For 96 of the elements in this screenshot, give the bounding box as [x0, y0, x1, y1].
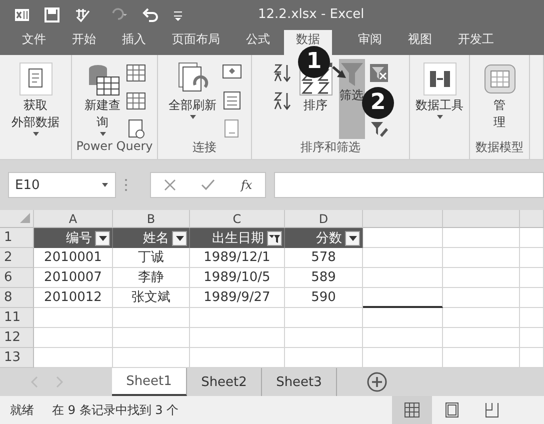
row-header: 2 — [0, 248, 34, 268]
dropdown-button[interactable] — [95, 230, 110, 246]
page-layout-icon — [444, 402, 460, 418]
ribbon-button[interactable]: 管 理 — [480, 59, 518, 139]
sort-ascending-icon[interactable] — [272, 63, 292, 83]
advanced-filter-icon[interactable] — [368, 119, 388, 139]
table-header: 姓名 — [143, 230, 169, 247]
row-header: 11 — [0, 308, 34, 328]
ribbon-tab[interactable]: 开发工 — [458, 30, 494, 55]
save-icon[interactable] — [44, 7, 60, 23]
clear-filter-icon[interactable] — [368, 63, 388, 83]
group-label: Power Query — [75, 139, 154, 155]
row-header: 13 — [0, 348, 34, 368]
table-cell: 2010007 — [34, 268, 113, 288]
document-clock-icon[interactable] — [126, 119, 146, 139]
table-cell: 589 — [285, 268, 363, 288]
ribbon-tab[interactable]: 视图 — [408, 30, 432, 55]
ribbon-button[interactable]: 数据工具 — [414, 59, 464, 139]
row-header: 12 — [0, 328, 34, 348]
document-link-icon[interactable] — [222, 119, 242, 139]
table-cell: 1989/10/5 — [190, 268, 285, 288]
group-label: 连接 — [192, 139, 218, 156]
caret-icon — [176, 236, 184, 240]
check-icon[interactable] — [201, 179, 216, 191]
caret-icon — [348, 236, 356, 240]
column-header: A — [34, 210, 113, 228]
ribbon-button[interactable]: 获取 外部数据 — [10, 59, 60, 139]
document-icon — [18, 61, 54, 97]
table-cell: 2010012 — [34, 288, 113, 308]
row-header: 1 — [0, 228, 34, 248]
filter-icon — [269, 234, 280, 242]
table-cell: 2010001 — [34, 248, 113, 268]
sort-descending-icon[interactable] — [272, 91, 292, 111]
ribbon-tab[interactable]: 审阅 — [358, 30, 382, 55]
group-label: 数据模型 — [474, 139, 524, 156]
insert-function-button[interactable]: fx — [240, 178, 252, 192]
table-cell: 578 — [285, 248, 363, 268]
column-header: D — [285, 210, 363, 228]
table-cell — [520, 268, 544, 288]
dropdown-button[interactable] — [172, 230, 187, 246]
page-break-icon — [484, 402, 500, 418]
ribbon-tab[interactable]: 公式 — [246, 30, 270, 55]
table-cell: 李静 — [113, 268, 190, 288]
more-icon — [124, 178, 128, 192]
window-title: 12.2.xlsx - Excel — [258, 7, 364, 22]
table-cell — [520, 328, 544, 348]
ribbon-button[interactable]: 全部刷新 — [168, 59, 218, 139]
table-cell — [520, 228, 544, 248]
data-tools-icon — [422, 61, 458, 97]
group-label: 排序和筛选 — [300, 139, 362, 156]
normal-view-icon — [404, 402, 420, 418]
table-cell — [520, 308, 544, 328]
ribbon-tab[interactable]: 开始 — [72, 30, 96, 55]
caret-icon — [101, 182, 109, 188]
undo-icon[interactable] — [142, 7, 158, 23]
table-icon[interactable] — [126, 91, 146, 111]
close-icon[interactable] — [164, 179, 176, 191]
caret-icon — [32, 131, 40, 137]
filter-button[interactable] — [267, 230, 282, 246]
caret-icon — [98, 236, 106, 240]
ribbon-tab[interactable]: 页面布局 — [172, 30, 220, 55]
caret-icon — [98, 131, 106, 137]
table-cell — [520, 288, 544, 308]
row-header: 8 — [0, 288, 34, 308]
name-box[interactable]: E10 — [8, 172, 116, 198]
table-cell: 1989/9/27 — [190, 288, 285, 308]
ribbon-button[interactable]: 新建查 询 — [84, 59, 122, 139]
table-cell — [520, 248, 544, 268]
dropdown-button[interactable] — [345, 230, 360, 246]
caret-icon — [188, 114, 196, 120]
view-button[interactable] — [392, 396, 432, 424]
ribbon-tab[interactable]: 插入 — [122, 30, 146, 55]
status-text: 就绪 — [10, 402, 34, 418]
funnel-icon — [340, 61, 364, 87]
table-header: 出生日期 — [212, 230, 264, 247]
ribbon-button[interactable]: 筛选 — [338, 59, 364, 139]
status-message: 在 9 条记录中找到 3 个 — [52, 402, 179, 418]
ribbon-tab[interactable]: 文件 — [22, 30, 46, 55]
table-header: 编号 — [66, 230, 92, 247]
sheet-tab[interactable]: Sheet1 — [112, 368, 187, 396]
arrow — [332, 66, 346, 78]
add-sheet-icon[interactable] — [367, 372, 387, 392]
table-cell: 丁诚 — [113, 248, 190, 268]
excel-icon[interactable] — [14, 7, 30, 23]
column-header: C — [190, 210, 285, 228]
column-header: B — [113, 210, 190, 228]
list-icon[interactable] — [222, 91, 242, 111]
caret-icon — [436, 114, 444, 120]
spellcheck-icon[interactable] — [74, 7, 92, 23]
table-icon[interactable] — [126, 63, 146, 83]
table-header: 分数 — [316, 230, 342, 247]
table-cell: 张文斌 — [113, 288, 190, 308]
table-cell: 1989/12/1 — [190, 248, 285, 268]
row-header: 6 — [0, 268, 34, 288]
table-cell: 590 — [285, 288, 363, 308]
formula-field[interactable] — [274, 172, 544, 198]
